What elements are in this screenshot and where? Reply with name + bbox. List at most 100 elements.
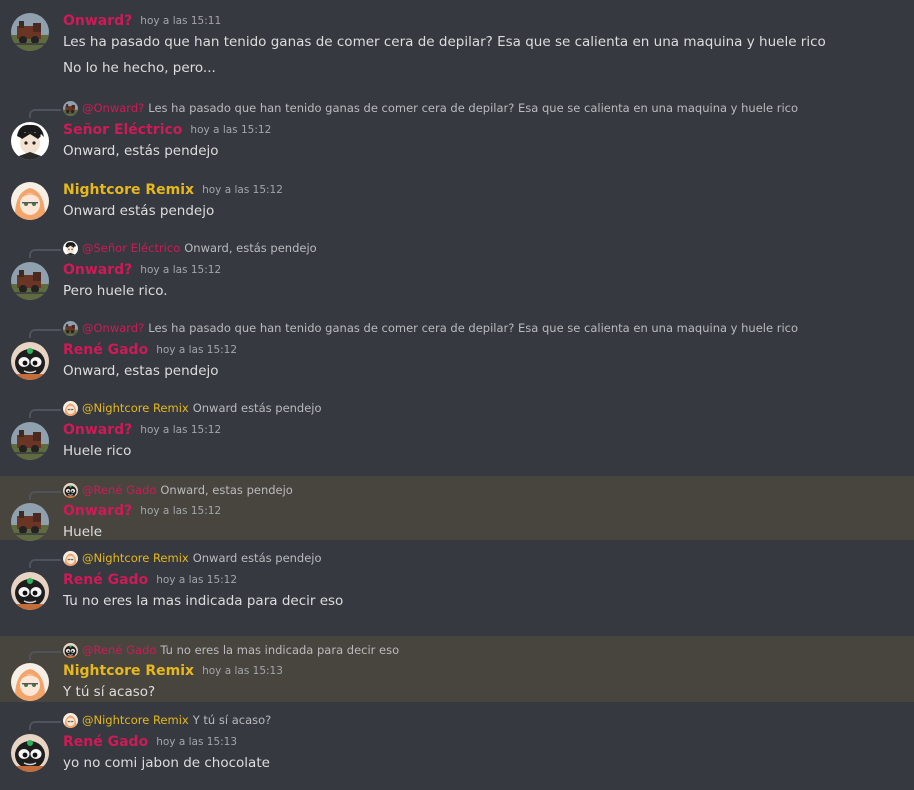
message-header: Onward? hoy a las 15:12 [63,501,221,521]
reply-author[interactable]: @Nightcore Remix [82,551,189,565]
timestamp[interactable]: hoy a las 15:12 [140,424,221,436]
reply-avatar [63,101,78,116]
timestamp[interactable]: hoy a las 15:12 [156,574,237,586]
message-header: Nightcore Remix hoy a las 15:12 [63,180,283,200]
message-item[interactable]: @René Gado Onward, estas pendejo Onward? ho… [0,476,914,540]
reply-text[interactable]: Tu no eres la mas indicada para decir es… [160,643,399,657]
reply-author[interactable]: @Onward? [82,321,144,335]
message-text: Onward, estás pendejo [63,143,219,159]
message-header: Onward? hoy a las 15:11 [63,11,221,31]
timestamp[interactable]: hoy a las 15:12 [202,184,283,196]
message-text: Les ha pasado que han tenido ganas de co… [63,34,826,50]
reply-author[interactable]: @René Gado [82,643,156,657]
timestamp[interactable]: hoy a las 15:13 [202,665,283,677]
user-avatar[interactable] [11,572,49,610]
message-header: Señor Eléctrico hoy a las 15:12 [63,120,271,140]
message-item[interactable]: Nightcore Remix hoy a las 15:12 Onward est… [0,170,914,230]
timestamp[interactable]: hoy a las 15:12 [156,344,237,356]
reply-connector [29,109,61,118]
reply-reference[interactable]: @René Gado Tu no eres la mas indicada par… [63,642,399,658]
timestamp[interactable]: hoy a las 15:12 [140,505,221,517]
reply-connector [29,491,61,500]
reply-text[interactable]: Onward, estas pendejo [160,483,292,497]
message-text: Tu no eres la mas indicada para decir es… [63,593,344,609]
message-header: Onward? hoy a las 15:12 [63,420,221,440]
username[interactable]: Onward? [63,503,132,519]
reply-reference[interactable]: @René Gado Onward, estas pendejo [63,482,293,498]
message-header: René Gado hoy a las 15:12 [63,340,237,360]
message-header: Onward? hoy a las 15:12 [63,260,221,280]
username[interactable]: Onward? [63,262,132,278]
message-item[interactable]: @Nightcore Remix Onward estás pendejo Onwa… [0,390,914,476]
reply-reference[interactable]: @Nightcore Remix Onward estás pendejo [63,550,322,566]
reply-author[interactable]: @Nightcore Remix [82,713,189,727]
timestamp[interactable]: hoy a las 15:13 [156,736,237,748]
reply-reference[interactable]: @Nightcore Remix Y tú sí acaso? [63,712,271,728]
reply-avatar [63,713,78,728]
message-header: René Gado hoy a las 15:12 [63,570,237,590]
reply-text[interactable]: Les ha pasado que han tenido ganas de co… [148,321,798,335]
reply-connector [29,559,61,568]
message-item[interactable]: Onward? hoy a las 15:11 Les ha pasado que … [0,0,914,90]
reply-text[interactable]: Onward estás pendejo [193,401,322,415]
reply-connector [29,721,61,730]
reply-avatar [63,241,78,256]
message-text: Pero huele rico. [63,283,168,299]
message-item[interactable]: @Nightcore Remix Onward estás pendejo René… [0,540,914,636]
reply-avatar [63,321,78,336]
user-avatar[interactable] [11,262,49,300]
username[interactable]: René Gado [63,734,148,750]
timestamp[interactable]: hoy a las 15:12 [190,124,271,136]
reply-author[interactable]: @René Gado [82,483,156,497]
timestamp[interactable]: hoy a las 15:11 [140,15,221,27]
message-header: René Gado hoy a las 15:13 [63,732,237,752]
username[interactable]: Señor Eléctrico [63,122,182,138]
username[interactable]: René Gado [63,572,148,588]
user-avatar[interactable] [11,122,49,160]
user-avatar[interactable] [11,422,49,460]
user-avatar[interactable] [11,734,49,772]
username[interactable]: Onward? [63,13,132,29]
reply-author[interactable]: @Onward? [82,101,144,115]
reply-text[interactable]: Onward estás pendejo [193,551,322,565]
reply-reference[interactable]: @Onward? Les ha pasado que han tenido gan… [63,320,798,336]
reply-text[interactable]: Y tú sí acaso? [193,713,272,727]
reply-reference[interactable]: @Onward? Les ha pasado que han tenido gan… [63,100,798,116]
user-avatar[interactable] [11,342,49,380]
reply-author[interactable]: @Señor Eléctrico [82,241,180,255]
user-avatar[interactable] [11,13,49,51]
username[interactable]: Nightcore Remix [63,182,194,198]
message-item[interactable]: @René Gado Tu no eres la mas indicada par… [0,636,914,702]
message-item[interactable]: @Nightcore Remix Y tú sí acaso? René Gado h… [0,702,914,790]
message-text: Y tú sí acaso? [63,684,156,700]
user-avatar[interactable] [11,503,49,541]
reply-reference[interactable]: @Señor Eléctrico Onward, estás pendejo [63,240,317,256]
message-text: No lo he hecho, pero... [63,60,216,76]
reply-connector [29,651,61,660]
message-item[interactable]: @Onward? Les ha pasado que han tenido gan… [0,310,914,390]
reply-connector [29,329,61,338]
message-header: Nightcore Remix hoy a las 15:13 [63,661,283,681]
reply-reference[interactable]: @Nightcore Remix Onward estás pendejo [63,400,322,416]
timestamp[interactable]: hoy a las 15:12 [140,264,221,276]
message-text: Onward estás pendejo [63,203,215,219]
reply-avatar [63,643,78,658]
user-avatar[interactable] [11,182,49,220]
reply-avatar [63,401,78,416]
reply-connector [29,249,61,258]
reply-avatar [63,483,78,498]
message-item[interactable]: @Onward? Les ha pasado que han tenido gan… [0,90,914,170]
reply-avatar [63,551,78,566]
message-text: Onward, estas pendejo [63,363,219,379]
user-avatar[interactable] [11,663,49,701]
reply-text[interactable]: Onward, estás pendejo [184,241,316,255]
username[interactable]: Nightcore Remix [63,663,194,679]
reply-connector [29,409,61,418]
message-text: Huele [63,524,103,540]
reply-text[interactable]: Les ha pasado que han tenido ganas de co… [148,101,798,115]
reply-author[interactable]: @Nightcore Remix [82,401,189,415]
username[interactable]: René Gado [63,342,148,358]
message-text: yo no comi jabon de chocolate [63,755,270,771]
message-item[interactable]: @Señor Eléctrico Onward, estás pendejo Onw… [0,230,914,310]
username[interactable]: Onward? [63,422,132,438]
